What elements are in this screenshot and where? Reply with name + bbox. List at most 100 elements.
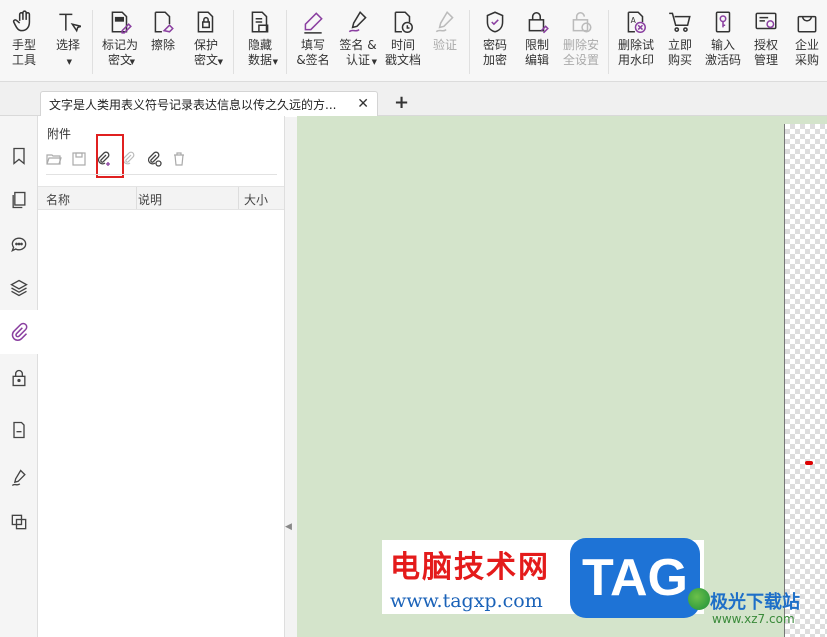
- pen-icon: [299, 8, 327, 36]
- protect-redact-button[interactable]: 保护 密文 ▼: [183, 8, 229, 78]
- clock-doc-icon: [389, 8, 417, 36]
- chevron-down-icon: ▼: [371, 58, 377, 66]
- svg-text:A: A: [631, 16, 637, 25]
- enterprise-buy-button[interactable]: 企业 采购: [787, 8, 827, 78]
- watermark-url: www.tagxp.com: [390, 590, 543, 612]
- protect-doc-icon: [192, 8, 220, 36]
- left-sidebar-rail: [0, 116, 38, 637]
- ribbon-toolbar: 手型 工具 选择 ▼ 标记为 密文 ▼ 擦除 保护 密文 ▼ 隐藏 数据 ▼ 填…: [0, 0, 827, 82]
- verify-label: 验证: [432, 38, 457, 52]
- timestamp-button[interactable]: 时间 戳文档: [381, 8, 425, 78]
- sidebar-item-bookmarks[interactable]: [0, 134, 38, 178]
- panel-divider: [46, 174, 277, 175]
- remove-trial-watermark-button[interactable]: A 删除试 用水印: [613, 8, 659, 78]
- hide-data-label: 隐藏 数据: [247, 38, 272, 67]
- fill-sign-label: 填写 &签名: [296, 38, 330, 67]
- license-manage-button[interactable]: 授权 管理: [745, 8, 787, 78]
- close-icon[interactable]: ✕: [357, 96, 369, 112]
- verify-button[interactable]: 验证: [425, 8, 465, 78]
- column-header-description[interactable]: 说明: [138, 191, 162, 208]
- comment-icon: [11, 237, 27, 253]
- hand-tool-label: 手型 工具: [11, 38, 36, 67]
- signature-icon: [11, 469, 26, 487]
- shield-lock-icon: [481, 8, 509, 36]
- compare-icon: [11, 514, 27, 530]
- highlight-box: [96, 134, 124, 178]
- chevron-down-icon: ▼: [217, 58, 223, 66]
- sidebar-item-signatures[interactable]: [0, 456, 38, 500]
- watermark-site-name: 极光下载站: [710, 592, 800, 613]
- sidebar-item-layers[interactable]: [0, 266, 38, 310]
- new-tab-button[interactable]: +: [394, 92, 409, 113]
- watermark-site-url: www.xz7.com: [712, 612, 795, 626]
- license-manage-label: 授权 管理: [753, 38, 778, 67]
- sidebar-item-pages[interactable]: [0, 178, 38, 222]
- document-tab-bar: 文字是人类用表义符号记录表达信息以传之久远的方... ✕ +: [0, 82, 827, 117]
- document-tab[interactable]: 文字是人类用表义符号记录表达信息以传之久远的方... ✕: [40, 91, 378, 117]
- bag-icon: [793, 8, 821, 36]
- save-icon[interactable]: [71, 151, 87, 167]
- buy-now-button[interactable]: 立即 购买: [659, 8, 701, 78]
- password-encrypt-label: 密码 加密: [482, 38, 507, 67]
- fill-sign-button[interactable]: 填写 &签名: [291, 8, 335, 78]
- mark-redact-button[interactable]: 标记为 密文 ▼: [97, 8, 143, 78]
- watermark-title: 电脑技术网: [390, 550, 550, 585]
- cart-icon: [666, 8, 694, 36]
- chevron-down-icon: ▼: [66, 58, 72, 66]
- erase-button[interactable]: 擦除: [143, 8, 183, 78]
- remove-security-button[interactable]: 删除安 全设置: [558, 8, 604, 78]
- hide-data-icon: [246, 8, 274, 36]
- ribbon-divider: [469, 10, 470, 74]
- attachment-link-icon[interactable]: [146, 151, 162, 167]
- enterprise-buy-label: 企业 采购: [794, 38, 819, 67]
- restrict-edit-label: 限制 编辑: [524, 38, 549, 67]
- enter-code-button[interactable]: 输入 激活码: [701, 8, 745, 78]
- collapse-panel-icon[interactable]: ◀: [285, 522, 292, 532]
- ribbon-divider: [286, 10, 287, 74]
- chevron-down-icon: ▼: [129, 58, 135, 66]
- layers-icon: [10, 279, 28, 297]
- site-logo-icon: [688, 588, 710, 610]
- bookmark-icon: [13, 147, 25, 165]
- lock-edit-icon: [523, 8, 551, 36]
- lock-icon: [12, 369, 26, 387]
- ribbon-divider: [233, 10, 234, 74]
- sidebar-item-content[interactable]: [0, 408, 38, 452]
- enter-code-label: 输入 激活码: [704, 38, 741, 67]
- column-divider: [238, 187, 239, 209]
- eraser-icon: [149, 8, 177, 36]
- remove-security-label: 删除安 全设置: [562, 38, 599, 67]
- document-tab-title: 文字是人类用表义符号记录表达信息以传之久远的方...: [49, 98, 337, 112]
- sidebar-item-attachments[interactable]: [0, 310, 38, 354]
- protect-redact-label: 保护 密文: [193, 38, 218, 67]
- password-encrypt-button[interactable]: 密码 加密: [474, 8, 516, 78]
- attachments-table-header: 名称 说明 大小: [38, 186, 284, 210]
- chevron-down-icon: ▼: [272, 58, 278, 66]
- restrict-edit-button[interactable]: 限制 编辑: [516, 8, 558, 78]
- buy-now-label: 立即 购买: [667, 38, 692, 67]
- column-divider: [136, 187, 137, 209]
- sign-certify-button[interactable]: 签名 & 认证 ▼: [335, 8, 381, 78]
- remove-trial-watermark-label: 删除试 用水印: [617, 38, 654, 67]
- column-header-name[interactable]: 名称: [46, 191, 70, 208]
- verify-icon: [431, 8, 459, 36]
- sidebar-item-comments[interactable]: [0, 222, 38, 266]
- delete-icon[interactable]: [171, 151, 187, 167]
- column-header-size[interactable]: 大小: [244, 191, 268, 208]
- watermark-remove-icon: A: [622, 8, 650, 36]
- sidebar-item-security[interactable]: [0, 356, 38, 400]
- pages-icon: [12, 191, 26, 209]
- page-mark: [805, 461, 813, 465]
- mark-redact-icon: [106, 8, 134, 36]
- sidebar-item-compare[interactable]: [0, 500, 38, 544]
- hand-tool-button[interactable]: 手型 工具: [0, 8, 48, 78]
- hand-icon: [10, 8, 38, 36]
- document-page: [784, 124, 827, 637]
- key-icon: [709, 8, 737, 36]
- select-tool-label: 选择: [55, 38, 80, 52]
- erase-label: 擦除: [150, 38, 175, 52]
- hide-data-button[interactable]: 隐藏 数据 ▼: [238, 8, 282, 78]
- select-tool-button[interactable]: 选择 ▼: [48, 8, 88, 78]
- timestamp-label: 时间 戳文档: [384, 38, 421, 67]
- open-folder-icon[interactable]: [46, 151, 62, 167]
